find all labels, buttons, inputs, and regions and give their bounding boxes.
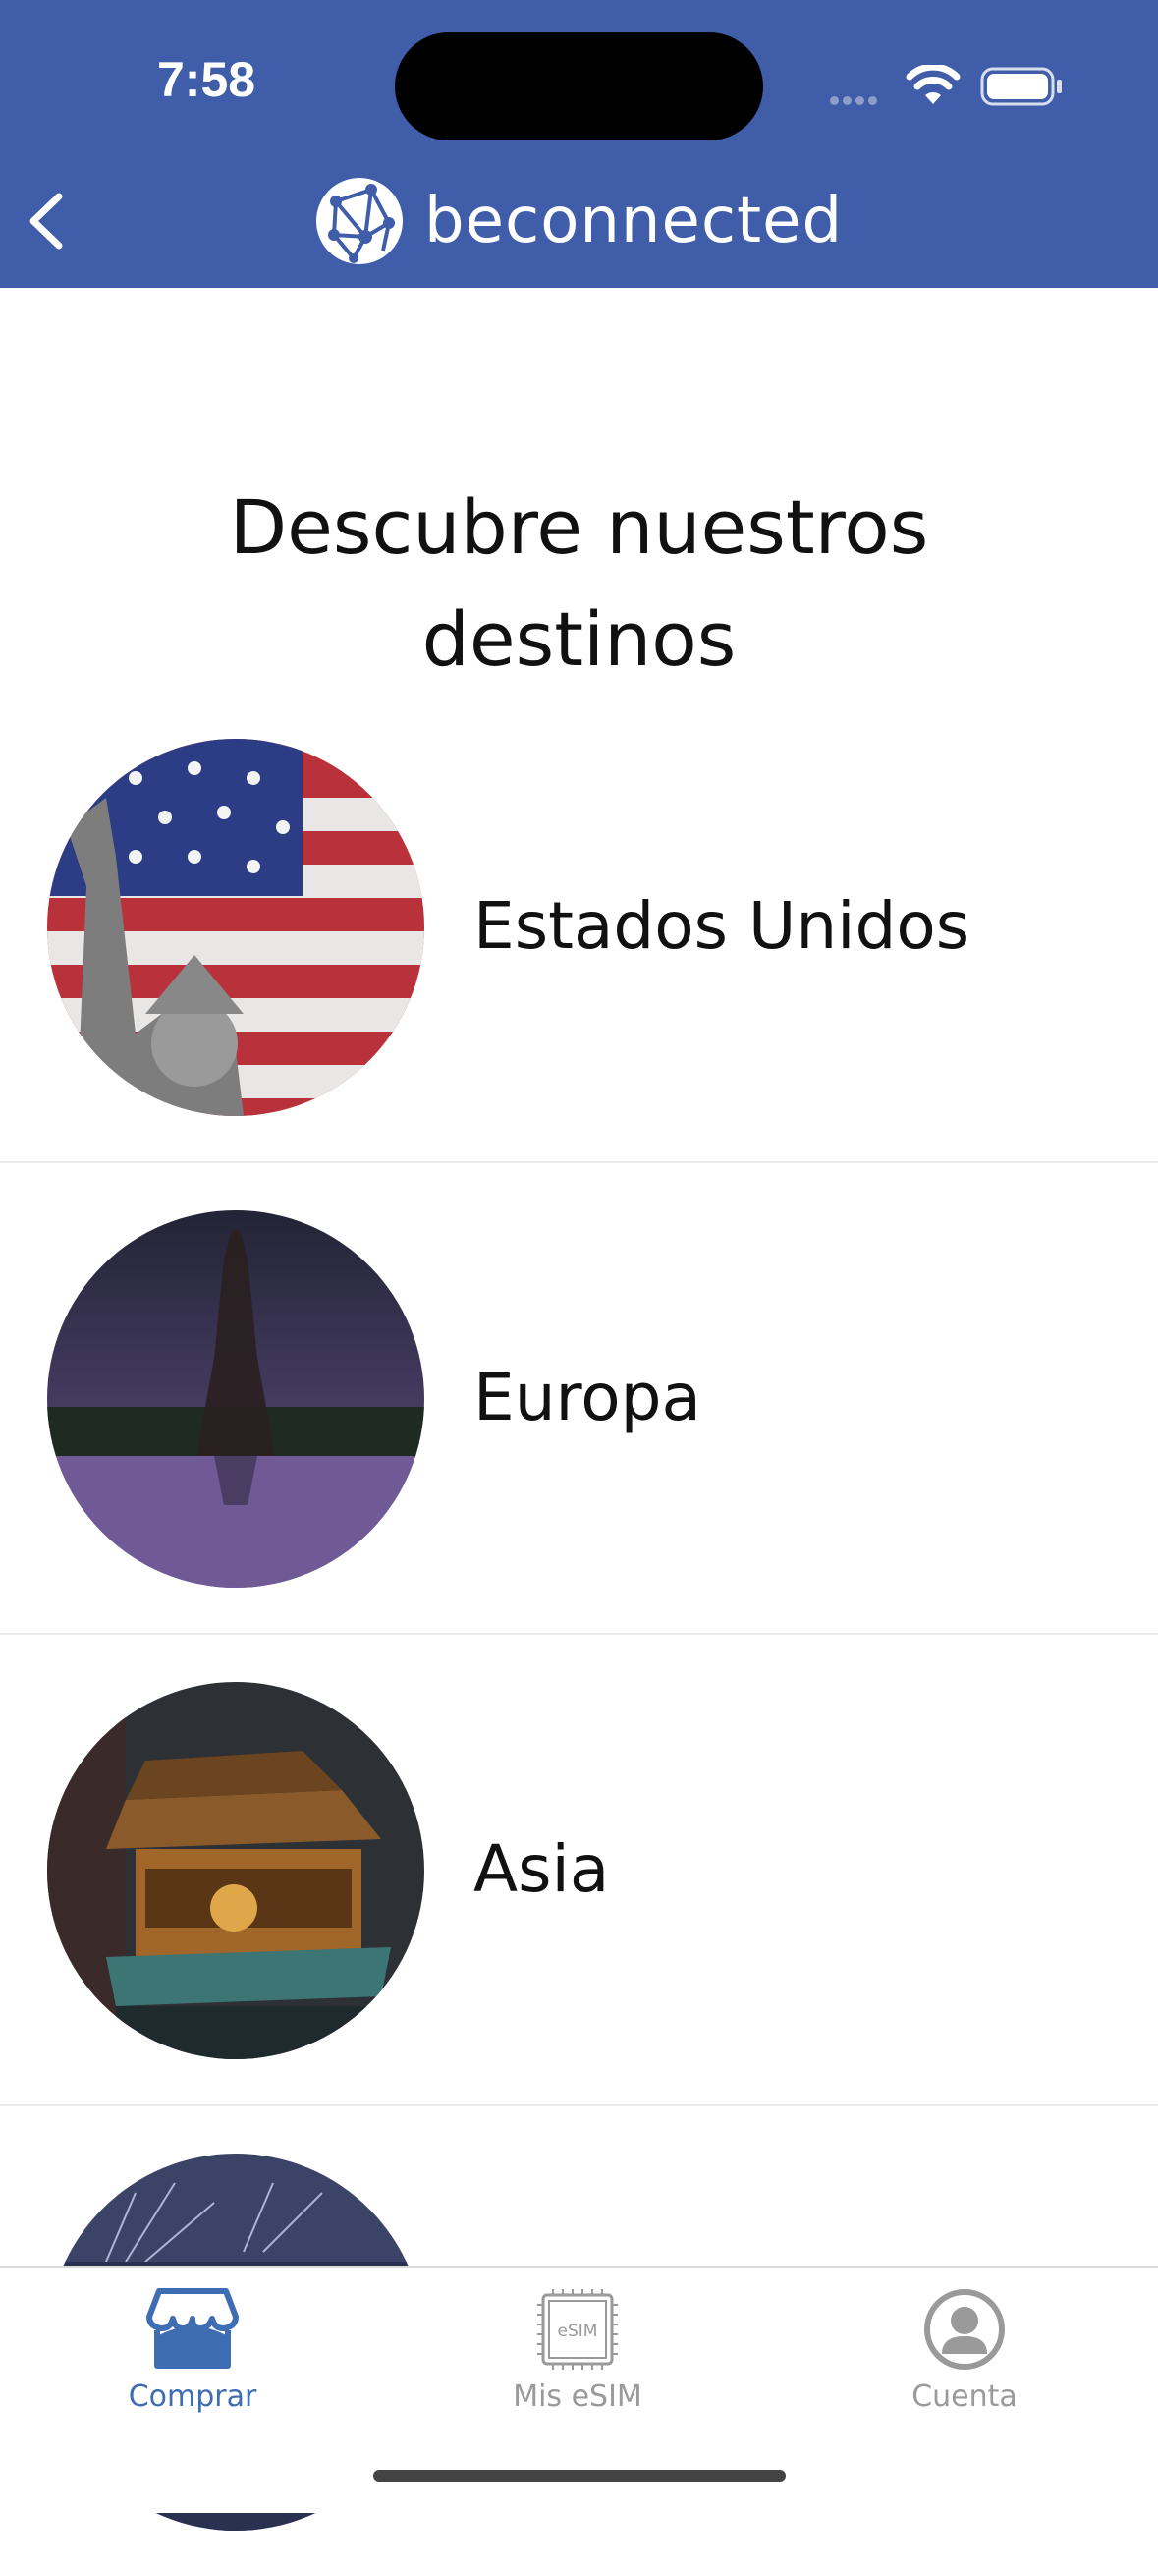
esim-chip-text: eSIM xyxy=(558,2322,598,2341)
wifi-icon xyxy=(906,65,961,104)
tab-mis-esim[interactable]: eSIM Mis eSIM xyxy=(460,2287,695,2414)
destination-item-europa[interactable]: Europa xyxy=(0,1161,1158,1635)
destination-item-asia[interactable]: Asia xyxy=(0,1633,1158,2106)
dynamic-island xyxy=(395,32,763,140)
brand-logo: beconnected xyxy=(314,177,843,265)
cellular-signal-icon xyxy=(830,90,881,109)
destination-name: Europa xyxy=(473,1359,701,1435)
brand-name: beconnected xyxy=(424,185,844,257)
tab-cuenta[interactable]: Cuenta xyxy=(847,2287,1082,2414)
destination-image-usa xyxy=(47,739,424,1116)
destination-name: Asia xyxy=(473,1830,610,1907)
destination-name: Estados Unidos xyxy=(473,887,970,964)
app-header: 7:58 beconnected xyxy=(0,0,1158,288)
globe-network-icon xyxy=(316,178,403,264)
tab-label: Comprar xyxy=(128,2380,257,2414)
back-button[interactable] xyxy=(20,189,79,253)
destination-item-estados-unidos[interactable]: Estados Unidos xyxy=(0,690,1158,1163)
page-title-line2: destinos xyxy=(421,595,737,683)
esim-chip-icon: eSIM xyxy=(537,2289,618,2370)
page-title-line1: Descubre nuestros xyxy=(229,483,929,571)
tab-label: Mis eSIM xyxy=(513,2380,642,2414)
battery-icon xyxy=(980,67,1062,106)
status-time: 7:58 xyxy=(157,52,256,107)
destination-image-asia xyxy=(47,1682,424,2059)
account-icon xyxy=(924,2289,1005,2370)
tab-comprar[interactable]: Comprar xyxy=(75,2287,310,2414)
tab-label: Cuenta xyxy=(911,2380,1018,2414)
home-indicator xyxy=(373,2470,786,2482)
store-icon xyxy=(146,2288,239,2369)
page-title: Descubre nuestros destinos xyxy=(0,472,1158,696)
destination-image-europe xyxy=(47,1210,424,1588)
